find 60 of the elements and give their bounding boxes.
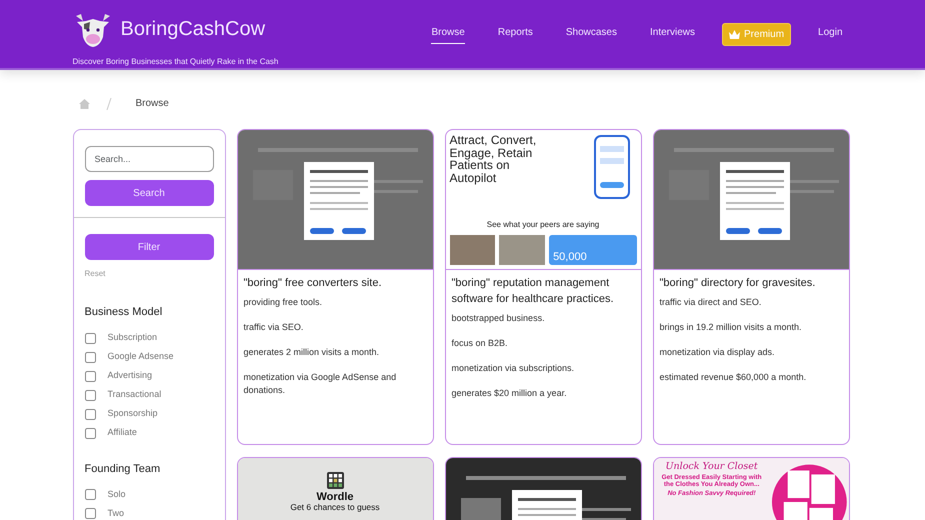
checkbox-label[interactable]: Advertising — [108, 369, 152, 383]
checkbox-label[interactable]: Affiliate — [108, 426, 137, 440]
card-title: "boring" free converters site. — [244, 276, 383, 291]
thumbnail-caption: See what your peers are saying — [486, 219, 600, 231]
card-text: traffic via SEO. — [244, 320, 304, 334]
listing-card[interactable] — [444, 129, 642, 445]
checkbox-label[interactable]: Transactional — [108, 388, 162, 402]
stat-value: 50,000 — [549, 235, 636, 265]
card-title: "boring" reputation management software for healthcare practices. — [452, 276, 615, 307]
checkbox[interactable] — [84, 508, 96, 519]
search-button[interactable]: Search — [84, 180, 214, 206]
checkbox[interactable] — [84, 408, 96, 420]
filter-group-title: Founding Team — [84, 462, 162, 476]
grid-logo-icon — [326, 472, 344, 489]
ad-headline: Unlock Your Closet — [666, 462, 758, 472]
card-text: focus on B2B. — [452, 336, 509, 350]
filter-group-title: Business Model — [84, 305, 164, 320]
checkbox[interactable] — [84, 489, 96, 500]
checkbox-label[interactable]: Google Adsense — [108, 350, 174, 364]
listing-card[interactable]: "boring" free converters site. providing free tools. traffic via SEO. generates 2 million visits a month. monetization via Google AdSense and donations. — [236, 129, 434, 445]
brand-name[interactable]: BoringCashCow — [120, 19, 266, 39]
card-text: estimated revenue $60,000 a month. — [660, 371, 808, 384]
listing-card[interactable]: "boring" directory for gravesites. traffic via direct and SEO. brings in 19.2 million visits a month. monetization via display ads. estimated revenue $60,000 a month. — [652, 129, 850, 445]
photo-placeholder — [499, 235, 546, 265]
checkbox[interactable] — [84, 428, 96, 438]
card-text: providing free tools. — [244, 296, 324, 309]
nav-link[interactable]: Login — [818, 24, 842, 44]
card-text: monetization via Google AdSense and donations. — [244, 371, 398, 398]
nav-link[interactable]: Showcases — [566, 24, 617, 44]
thumbnail-caption: Get 6 chances to guess — [290, 503, 380, 512]
listing-card[interactable]: Wordle Get 6 chances to guess — [236, 457, 434, 520]
card-text: monetization via subscriptions. — [452, 362, 576, 375]
checkbox[interactable] — [84, 390, 96, 400]
nav-link[interactable]: Interviews — [650, 24, 696, 44]
nav-link[interactable]: Reports — [498, 24, 533, 44]
thumbnail-headline: Attract, Convert, Engage, Retain Patients on Autopilot — [450, 134, 538, 187]
thumbnail-headline: Wordle — [316, 491, 354, 504]
checkbox[interactable] — [84, 352, 96, 362]
slash-divider-icon — [106, 98, 112, 110]
photo-placeholder — [450, 235, 496, 265]
checkbox-label[interactable]: Sponsorship — [108, 407, 158, 421]
card-text: generates 2 million visits a month. — [244, 346, 380, 360]
checkbox[interactable] — [84, 370, 96, 382]
card-text: monetization via display ads. — [660, 346, 776, 360]
card-title: "boring" directory for gravesites. — [660, 276, 816, 291]
checkbox-label[interactable]: Subscription — [108, 331, 158, 345]
breadcrumb-current: Browse — [136, 97, 169, 111]
card-text: traffic via direct and SEO. — [660, 296, 762, 309]
checkbox[interactable] — [84, 332, 96, 344]
reset-link[interactable]: Reset — [84, 268, 106, 280]
nav-link[interactable]: Browse — [431, 24, 465, 44]
filter-button[interactable]: Filter — [84, 234, 214, 260]
checkbox-label[interactable]: Two — [108, 506, 124, 520]
tagline: Discover Boring Businesses that Quietly Rake in the Cash — [72, 56, 278, 68]
crown-icon — [729, 30, 740, 38]
card-text: brings in 19.2 million visits a month. — [660, 320, 803, 334]
search-field[interactable]: Search... — [84, 146, 214, 172]
card-text: generates $20 million a year. — [452, 387, 568, 400]
card-text: bootstrapped business. — [452, 312, 546, 325]
checkbox-label[interactable]: Solo — [108, 488, 126, 502]
